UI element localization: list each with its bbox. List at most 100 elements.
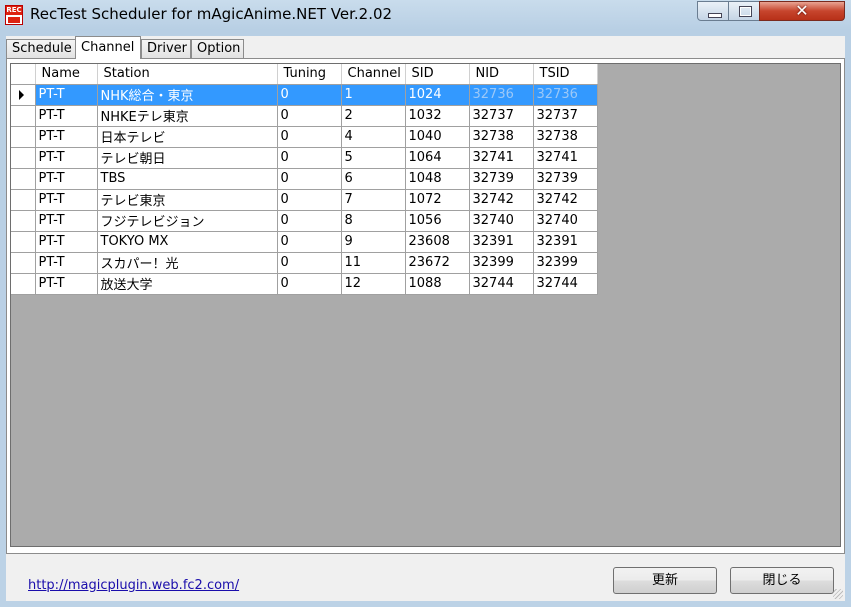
cell-tuning[interactable]: 0 [277, 168, 342, 190]
cell-station[interactable]: テレビ朝日 [97, 147, 278, 169]
cell-tsid[interactable]: 32739 [533, 168, 598, 190]
cell-station[interactable]: 放送大学 [97, 273, 278, 295]
cell-tuning[interactable]: 0 [277, 231, 342, 253]
column-header-channel[interactable]: Channel [341, 64, 406, 85]
cell-channel[interactable]: 12 [341, 273, 406, 295]
table-row[interactable]: PT-T NHK総合・東京 0 1 1024 32736 32736 [11, 84, 598, 106]
cell-nid[interactable]: 32391 [469, 231, 534, 253]
cell-name[interactable]: PT-T [35, 252, 98, 274]
cell-name[interactable]: PT-T [35, 189, 98, 211]
row-header[interactable] [11, 273, 36, 295]
cell-channel[interactable]: 4 [341, 126, 406, 148]
cell-nid[interactable]: 32737 [469, 105, 534, 127]
cell-tuning[interactable]: 0 [277, 105, 342, 127]
tab-driver[interactable]: Driver [141, 39, 191, 58]
cell-tsid[interactable]: 32740 [533, 210, 598, 232]
update-button[interactable]: 更新 [613, 567, 717, 594]
cell-sid[interactable]: 1024 [405, 84, 470, 106]
cell-channel[interactable]: 5 [341, 147, 406, 169]
maximize-button[interactable] [728, 1, 760, 21]
cell-nid[interactable]: 32738 [469, 126, 534, 148]
cell-sid[interactable]: 1032 [405, 105, 470, 127]
cell-sid[interactable]: 1088 [405, 273, 470, 295]
cell-station[interactable]: スカパー！光 [97, 252, 278, 274]
cell-tuning[interactable]: 0 [277, 189, 342, 211]
cell-tsid[interactable]: 32391 [533, 231, 598, 253]
minimize-button[interactable] [697, 1, 729, 21]
table-row[interactable]: PT-T 日本テレビ 0 4 1040 32738 32738 [11, 126, 598, 148]
cell-tuning[interactable]: 0 [277, 147, 342, 169]
cell-station[interactable]: NHKEテレ東京 [97, 105, 278, 127]
table-row[interactable]: PT-T テレビ朝日 0 5 1064 32741 32741 [11, 147, 598, 169]
table-row[interactable]: PT-T NHKEテレ東京 0 2 1032 32737 32737 [11, 105, 598, 127]
cell-channel[interactable]: 11 [341, 252, 406, 274]
tab-schedule[interactable]: Schedule [6, 39, 76, 58]
cell-tuning[interactable]: 0 [277, 273, 342, 295]
row-header[interactable] [11, 168, 36, 190]
row-header[interactable] [11, 105, 36, 127]
row-header[interactable] [11, 252, 36, 274]
cell-name[interactable]: PT-T [35, 273, 98, 295]
cell-tuning[interactable]: 0 [277, 252, 342, 274]
cell-name[interactable]: PT-T [35, 105, 98, 127]
cell-sid[interactable]: 1040 [405, 126, 470, 148]
cell-tsid[interactable]: 32738 [533, 126, 598, 148]
tab-channel[interactable]: Channel [75, 36, 141, 59]
cell-station[interactable]: テレビ東京 [97, 189, 278, 211]
resize-grip[interactable] [833, 589, 843, 599]
channel-grid[interactable]: Name Station Tuning Channel SID NID TSID… [10, 63, 841, 547]
column-header-name[interactable]: Name [35, 64, 98, 85]
cell-channel[interactable]: 2 [341, 105, 406, 127]
table-row[interactable]: PT-T TBS 0 6 1048 32739 32739 [11, 168, 598, 190]
row-header[interactable] [11, 84, 36, 106]
cell-tsid[interactable]: 32741 [533, 147, 598, 169]
cell-sid[interactable]: 1064 [405, 147, 470, 169]
row-header[interactable] [11, 189, 36, 211]
cell-name[interactable]: PT-T [35, 147, 98, 169]
cell-channel[interactable]: 8 [341, 210, 406, 232]
table-row[interactable]: PT-T テレビ東京 0 7 1072 32742 32742 [11, 189, 598, 211]
column-header-station[interactable]: Station [97, 64, 278, 85]
column-header-sid[interactable]: SID [405, 64, 470, 85]
row-header[interactable] [11, 231, 36, 253]
cell-nid[interactable]: 32736 [469, 84, 534, 106]
cell-station[interactable]: TBS [97, 168, 278, 190]
cell-nid[interactable]: 32399 [469, 252, 534, 274]
rec-app-icon[interactable]: REC [5, 5, 23, 25]
cell-sid[interactable]: 1056 [405, 210, 470, 232]
cell-name[interactable]: PT-T [35, 84, 98, 106]
cell-station[interactable]: 日本テレビ [97, 126, 278, 148]
cell-name[interactable]: PT-T [35, 126, 98, 148]
cell-nid[interactable]: 32742 [469, 189, 534, 211]
row-header[interactable] [11, 126, 36, 148]
cell-station[interactable]: フジテレビジョン [97, 210, 278, 232]
cell-sid[interactable]: 1072 [405, 189, 470, 211]
column-header-nid[interactable]: NID [469, 64, 534, 85]
cell-sid[interactable]: 23672 [405, 252, 470, 274]
cell-nid[interactable]: 32740 [469, 210, 534, 232]
tab-option[interactable]: Option [191, 39, 244, 58]
cell-sid[interactable]: 23608 [405, 231, 470, 253]
cell-tsid[interactable]: 32737 [533, 105, 598, 127]
cell-channel[interactable]: 7 [341, 189, 406, 211]
cell-nid[interactable]: 32741 [469, 147, 534, 169]
table-row[interactable]: PT-T スカパー！光 0 11 23672 32399 32399 [11, 252, 598, 274]
table-row[interactable]: PT-T フジテレビジョン 0 8 1056 32740 32740 [11, 210, 598, 232]
column-header-tuning[interactable]: Tuning [277, 64, 342, 85]
table-row[interactable]: PT-T 放送大学 0 12 1088 32744 32744 [11, 273, 598, 295]
table-row[interactable]: PT-T TOKYO MX 0 9 23608 32391 32391 [11, 231, 598, 253]
cell-nid[interactable]: 32739 [469, 168, 534, 190]
cell-station[interactable]: NHK総合・東京 [97, 84, 278, 106]
cell-channel[interactable]: 6 [341, 168, 406, 190]
row-header[interactable] [11, 210, 36, 232]
cell-nid[interactable]: 32744 [469, 273, 534, 295]
cell-tsid[interactable]: 32744 [533, 273, 598, 295]
cell-name[interactable]: PT-T [35, 210, 98, 232]
cell-tsid[interactable]: 32399 [533, 252, 598, 274]
row-header[interactable] [11, 147, 36, 169]
cell-channel[interactable]: 9 [341, 231, 406, 253]
website-link[interactable]: http://magicplugin.web.fc2.com/ [28, 578, 239, 593]
cell-name[interactable]: PT-T [35, 168, 98, 190]
cell-tuning[interactable]: 0 [277, 126, 342, 148]
cell-sid[interactable]: 1048 [405, 168, 470, 190]
